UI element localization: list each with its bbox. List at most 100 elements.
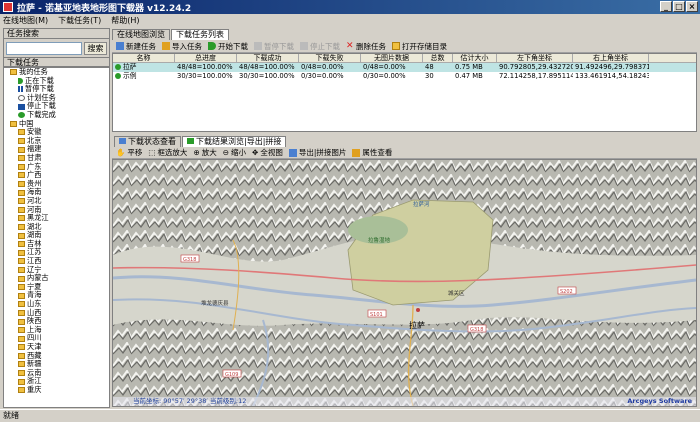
tree-status-downloading[interactable]: 正在下载 <box>4 76 109 86</box>
column-header[interactable]: 总数 <box>423 54 453 62</box>
tab-download-result[interactable]: 下载结果浏览|导出|拼接 <box>182 136 287 147</box>
map-label-duilongdeqing: 堆龙德庆县 <box>201 299 229 307</box>
column-header[interactable]: 下载成功 <box>237 54 299 62</box>
tree-status-stopped[interactable]: 停止下载 <box>4 102 109 111</box>
tree-province[interactable]: 浙江 <box>4 377 109 386</box>
map-label-g109: G109 <box>225 372 238 378</box>
status-text: 就绪 <box>3 411 19 420</box>
tree-province[interactable]: 江西 <box>4 256 109 266</box>
import-task-button[interactable]: 导入任务 <box>162 41 202 52</box>
open-folder-button[interactable]: 打开存储目录 <box>392 41 447 52</box>
menu-online-map[interactable]: 在线地图(M) <box>3 15 48 26</box>
tree-province[interactable]: 甘肃 <box>4 153 109 163</box>
new-task-button[interactable]: 新建任务 <box>116 41 156 52</box>
tree-province[interactable]: 宁夏 <box>4 282 109 292</box>
delete-icon: ✕ <box>346 41 354 51</box>
export-image-button[interactable]: 导出|拼接图片 <box>288 147 346 158</box>
menu-download-task[interactable]: 下载任务(T) <box>58 15 101 26</box>
folder-icon <box>18 172 25 179</box>
tree-province[interactable]: 上海 <box>4 325 109 335</box>
folder-icon <box>18 284 25 291</box>
tree-province[interactable]: 福建 <box>4 145 109 154</box>
tree-province[interactable]: 河北 <box>4 196 109 206</box>
folder-icon <box>18 198 25 205</box>
tree-province[interactable]: 内蒙古 <box>4 274 109 283</box>
tree-province[interactable]: 辽宁 <box>4 265 109 275</box>
pause-icon <box>18 86 23 93</box>
tree-province[interactable]: 云南 <box>4 368 109 378</box>
folder-icon <box>18 378 25 385</box>
tree-province[interactable]: 陕西 <box>4 317 109 326</box>
tree-status-scheduled[interactable]: 计划任务 <box>4 93 109 103</box>
task-toolbar: 新建任务 导入任务 开始下载 暂停下载 停止下载 ✕ 删除任务 打开存储目录 <box>112 40 697 53</box>
box-zoom-button[interactable]: ⬚ 框选放大 <box>148 147 187 158</box>
left-pane: 任务搜索 搜索 下载任务 我的任务 正在下载 暂停下载 计划任务 停止下载 下载… <box>3 28 110 408</box>
table-cell: 48/48=100.00% <box>177 63 233 71</box>
pan-button[interactable]: ✋ 平移 <box>116 147 142 158</box>
tree-my-tasks[interactable]: 我的任务 <box>4 68 109 77</box>
tree-province[interactable]: 天津 <box>4 342 109 352</box>
complete-status-icon <box>115 73 121 79</box>
tab-download-status[interactable]: 下载状态查看 <box>114 136 181 147</box>
tree-province[interactable]: 吉林 <box>4 239 109 249</box>
table-cell: 90.792805,29.432720 <box>499 63 573 71</box>
pause-download-button[interactable]: 暂停下载 <box>254 41 294 52</box>
table-cell: 72.114258,17.895114 <box>499 72 573 80</box>
column-header[interactable]: 名称 <box>113 54 175 62</box>
tree-province[interactable]: 青海 <box>4 291 109 300</box>
tree-province[interactable]: 广东 <box>4 162 109 172</box>
zoom-in-button[interactable]: ⊕ 放大 <box>193 147 216 158</box>
tree-province[interactable]: 新疆 <box>4 360 109 369</box>
column-header[interactable]: 估计大小 <box>453 54 497 62</box>
clock-icon <box>18 95 25 102</box>
tree-province[interactable]: 湖南 <box>4 231 109 240</box>
folder-icon <box>18 361 25 368</box>
table-cell: 示例 <box>113 72 175 81</box>
stop-icon <box>18 103 25 110</box>
tree-province[interactable]: 湖北 <box>4 222 109 232</box>
task-table: 名称 总进度 下载成功 下载失败 无图片数据 总数 估计大小 左下角坐标 右上角坐标 拉萨 48/… <box>112 53 697 132</box>
start-download-button[interactable]: 开始下载 <box>208 41 248 52</box>
column-header[interactable]: 左下角坐标 <box>497 54 573 62</box>
tree-province[interactable]: 重庆 <box>4 385 109 395</box>
map-label-s101: S101 <box>370 312 383 318</box>
folder-icon <box>18 370 25 377</box>
tree-china[interactable]: 中国 <box>4 119 109 129</box>
map-view[interactable]: 拉萨 拉萨河 拉鲁湿地 城关区 堆龙德庆县 G318 S101 S202 G10… <box>112 159 697 407</box>
minimize-button[interactable]: _ <box>660 1 672 12</box>
tree-province[interactable]: 河南 <box>4 205 109 215</box>
tree-status-paused[interactable]: 暂停下载 <box>4 85 109 94</box>
tree-province[interactable]: 山西 <box>4 308 109 318</box>
tab-task-list[interactable]: 下载任务列表 <box>171 29 229 40</box>
tree-province[interactable]: 海南 <box>4 188 109 197</box>
tree-province[interactable]: 黑龙江 <box>4 213 109 223</box>
search-button[interactable]: 搜索 <box>84 42 107 55</box>
column-header[interactable]: 总进度 <box>175 54 237 62</box>
task-search-input[interactable] <box>6 42 82 55</box>
maximize-button[interactable]: □ <box>673 1 685 12</box>
tree-province[interactable]: 安徽 <box>4 128 109 137</box>
delete-task-button[interactable]: ✕ 删除任务 <box>346 41 386 52</box>
tree-province[interactable]: 西藏 <box>4 351 109 361</box>
folder-icon <box>18 206 25 213</box>
stop-download-button[interactable]: 停止下载 <box>300 41 340 52</box>
table-row[interactable]: 示例 30/30=100.00% 30/30=100.00% 0/30=0.00% 0/… <box>113 72 696 81</box>
column-header[interactable]: 无图片数据 <box>361 54 423 62</box>
tree-province[interactable]: 广西 <box>4 171 109 180</box>
tree-province[interactable]: 江苏 <box>4 248 109 257</box>
tree-province[interactable]: 山东 <box>4 299 109 309</box>
tree-province[interactable]: 北京 <box>4 136 109 146</box>
column-header[interactable]: 下载失败 <box>299 54 361 62</box>
menu-help[interactable]: 帮助(H) <box>111 15 139 26</box>
tab-online-map[interactable]: 在线地图浏览 <box>112 29 170 40</box>
close-button[interactable]: × <box>686 1 698 12</box>
zoom-out-button[interactable]: ⊖ 缩小 <box>223 147 246 158</box>
tree-province[interactable]: 四川 <box>4 334 109 343</box>
tree-province[interactable]: 贵州 <box>4 179 109 189</box>
full-view-button[interactable]: ✥ 全视图 <box>252 147 283 158</box>
map-label-lhasa-river: 拉萨河 <box>413 200 430 208</box>
table-row[interactable]: 拉萨 48/48=100.00% 48/48=100.00% 0/48=0.00% 0/… <box>113 63 696 72</box>
column-header[interactable]: 右上角坐标 <box>573 54 649 62</box>
properties-button[interactable]: 属性查看 <box>352 147 392 158</box>
table-cell: 拉萨 <box>113 63 175 72</box>
